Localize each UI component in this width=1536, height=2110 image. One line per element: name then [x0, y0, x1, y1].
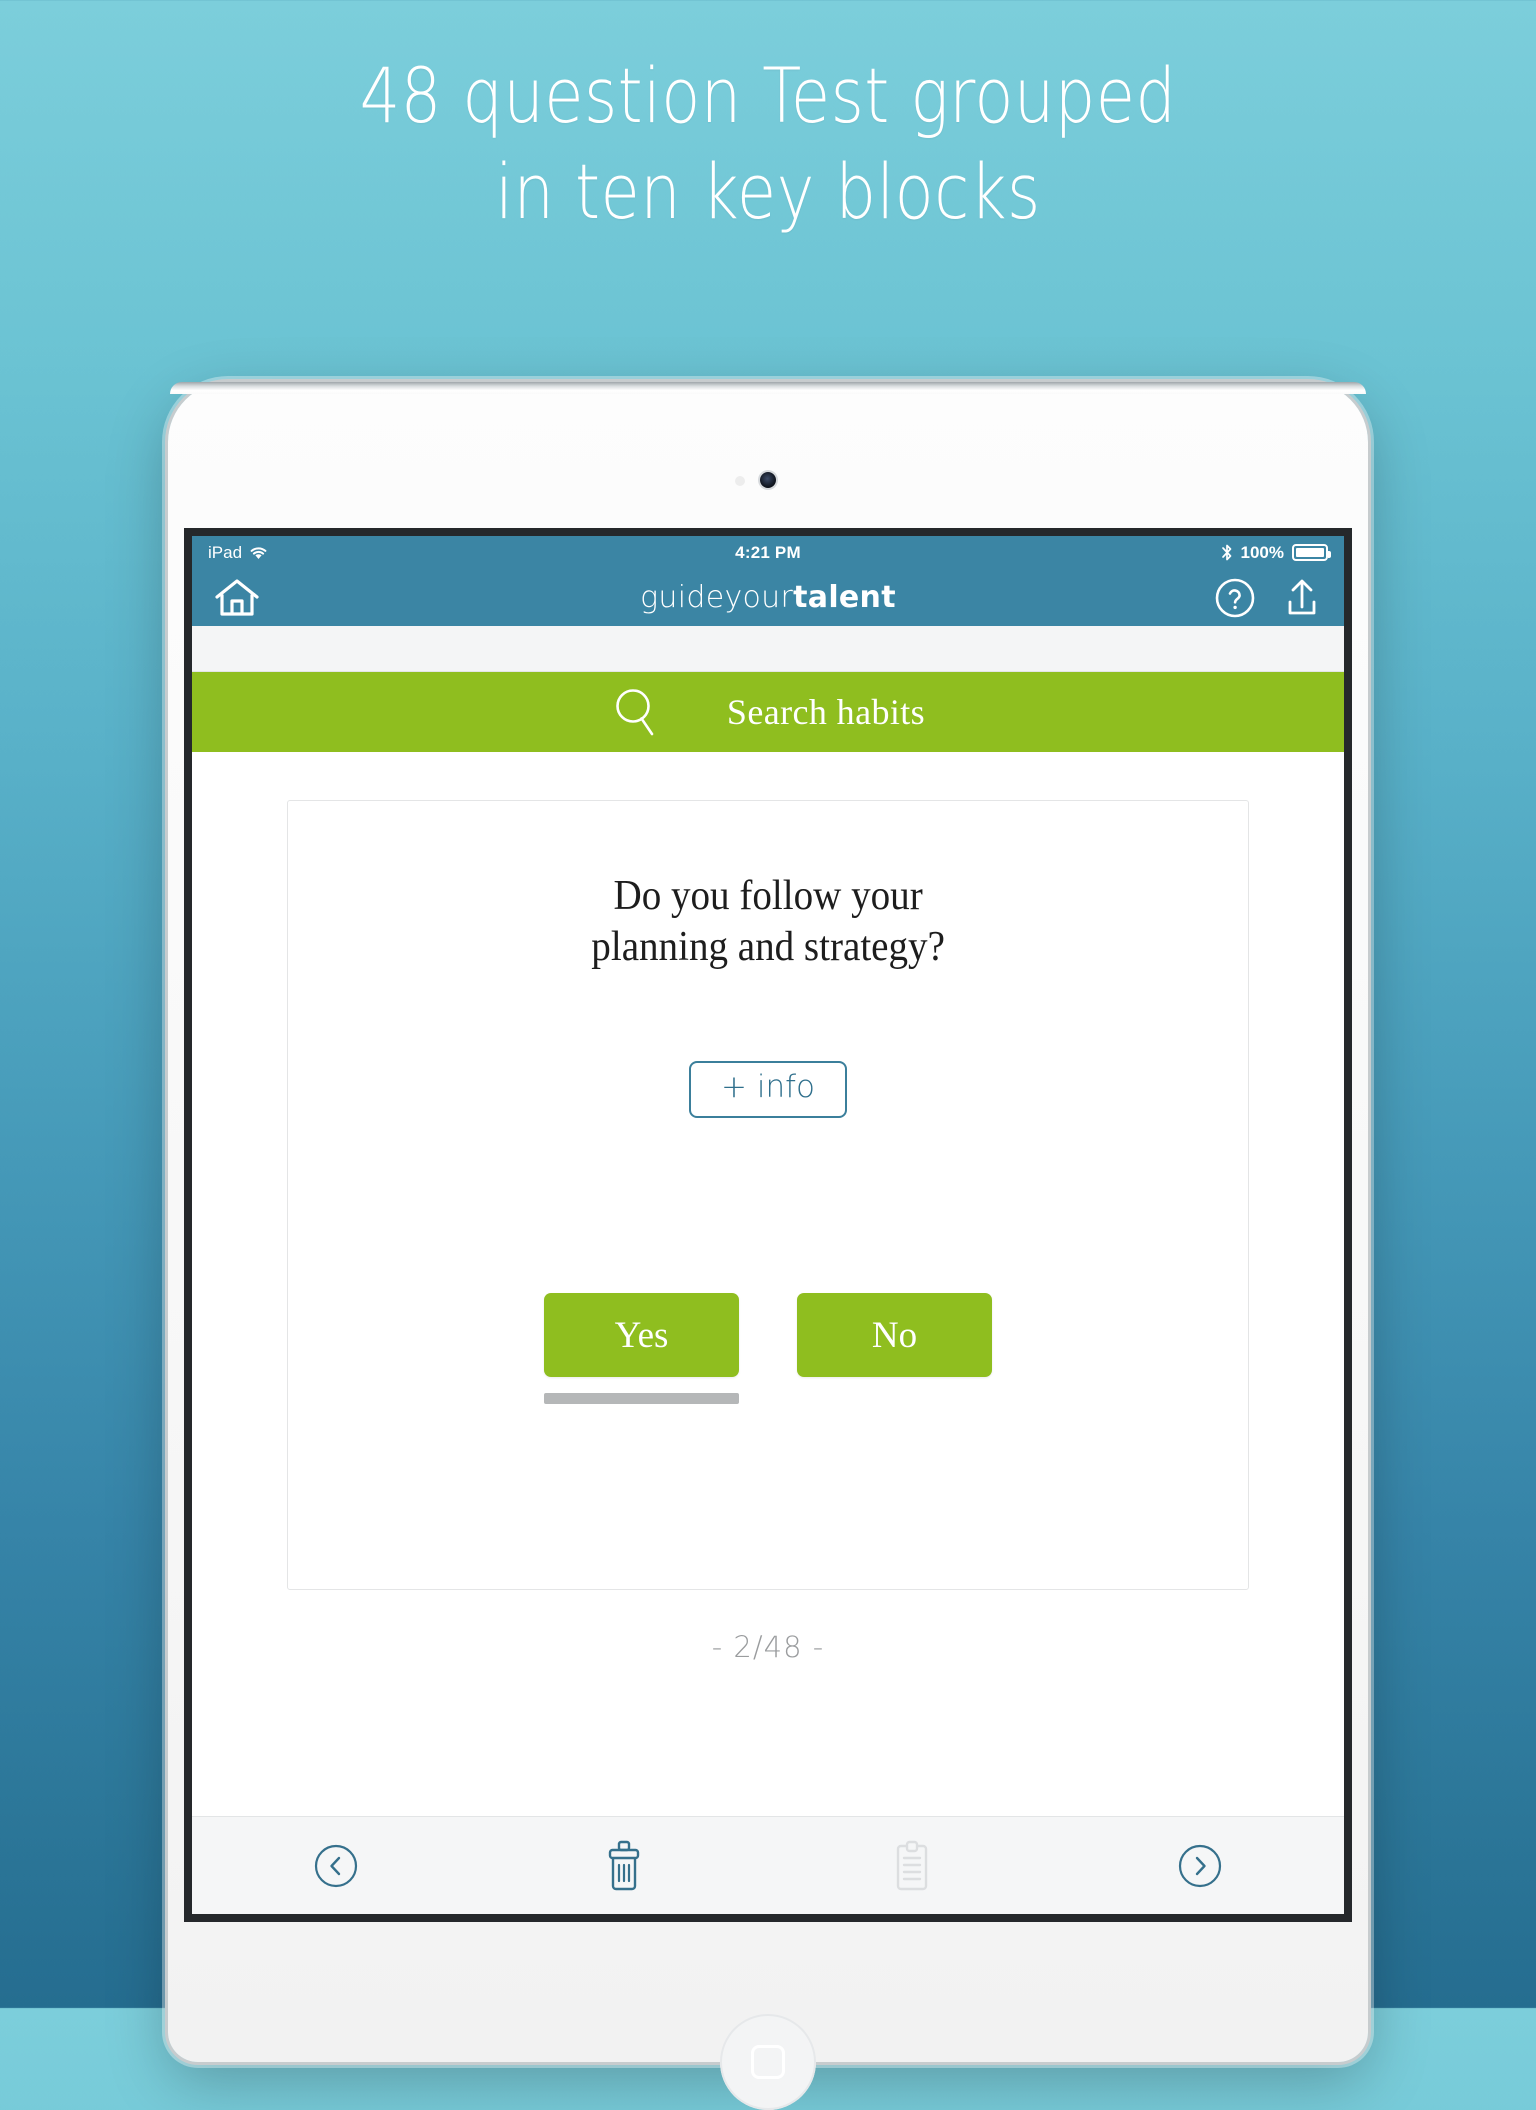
answer-yes-button[interactable]: Yes	[544, 1293, 739, 1377]
chevron-left-circle-icon	[313, 1843, 359, 1889]
logo-bold-part: talent	[793, 580, 896, 615]
chevron-right-circle-icon	[1177, 1843, 1223, 1889]
share-upload-icon[interactable]	[1282, 577, 1322, 619]
status-bar-left: iPad	[208, 543, 735, 563]
answer-buttons: Yes No	[288, 1293, 1248, 1404]
answer-no-group: No	[797, 1293, 992, 1404]
next-button[interactable]	[1056, 1843, 1344, 1889]
home-button[interactable]	[720, 2014, 816, 2110]
wifi-icon	[249, 545, 268, 560]
report-button[interactable]	[768, 1839, 1056, 1893]
sub-header-strip	[192, 626, 1344, 672]
answer-yes-selection-bar	[544, 1393, 739, 1404]
header-actions	[1214, 577, 1322, 619]
info-button[interactable]: + info	[689, 1061, 847, 1118]
status-bar-time: 4:21 PM	[735, 542, 801, 562]
battery-percent-label: 100%	[1240, 542, 1284, 562]
answer-no-button[interactable]: No	[797, 1293, 992, 1377]
logo-light-part: guideyour	[640, 580, 794, 615]
clipboard-icon	[890, 1839, 934, 1893]
question-line-2: planning and strategy?	[591, 924, 945, 970]
front-camera-icon	[760, 472, 776, 488]
device-screen: iPad 4:21 PM 100% guideyourtalent Search…	[192, 536, 1344, 1914]
status-bar: iPad 4:21 PM 100%	[192, 536, 1344, 569]
question-line-1: Do you follow your	[613, 873, 923, 919]
bluetooth-icon	[1221, 543, 1233, 562]
question-text: Do you follow your planning and strategy…	[591, 871, 945, 973]
help-circle-icon[interactable]	[1214, 577, 1256, 619]
search-bar[interactable]: Search habits	[192, 672, 1344, 752]
app-header: guideyourtalent	[192, 569, 1344, 626]
battery-icon	[1292, 544, 1331, 561]
promo-headline: 48 question Test grouped in ten key bloc…	[123, 48, 1413, 240]
main-content: Do you follow your planning and strategy…	[192, 752, 1344, 1816]
question-counter: - 2/48 -	[711, 1630, 825, 1664]
app-logo: guideyourtalent	[192, 580, 1344, 615]
bottom-toolbar	[192, 1816, 1344, 1914]
headline-line-1: 48 question Test grouped	[359, 51, 1177, 140]
home-icon[interactable]	[214, 578, 260, 618]
delete-button[interactable]	[480, 1839, 768, 1893]
answer-yes-group: Yes	[544, 1293, 739, 1404]
carrier-label: iPad	[208, 542, 243, 562]
status-bar-right: 100%	[801, 542, 1331, 563]
tablet-device: iPad 4:21 PM 100% guideyourtalent Search…	[168, 382, 1368, 2110]
search-icon	[611, 686, 661, 738]
question-card: Do you follow your planning and strategy…	[287, 800, 1249, 1590]
trash-icon	[600, 1839, 648, 1893]
previous-button[interactable]	[192, 1843, 480, 1889]
search-label: Search habits	[726, 692, 926, 732]
ambient-light-sensor	[735, 476, 745, 486]
headline-line-2: in ten key blocks	[495, 147, 1041, 236]
